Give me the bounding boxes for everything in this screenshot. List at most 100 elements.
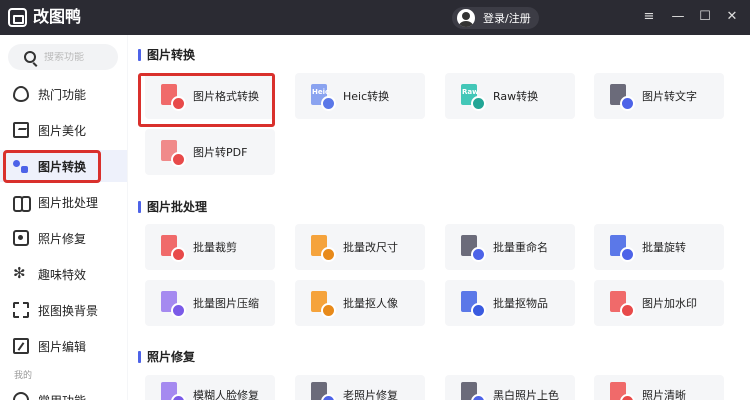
sidebar-item-cutout[interactable]: 抠图换背景: [0, 294, 127, 326]
pdf-icon: [158, 139, 186, 167]
card-heic-convert[interactable]: Heic Heic转换: [295, 73, 425, 119]
sidebar-item-label: 图片美化: [38, 123, 87, 138]
main-content: 图片转换 图片格式转换 Heic Heic转换 Raw Raw转换 图片转文字 …: [128, 35, 750, 400]
batch-icon: [13, 194, 31, 212]
search-input[interactable]: [44, 51, 112, 63]
object-cutout-icon: [458, 290, 486, 318]
card-batch-compress[interactable]: 批量图片压缩: [145, 280, 275, 326]
card-label: Heic转换: [343, 90, 390, 103]
card-label: 黑白照片上色: [493, 389, 559, 400]
section-title: 图片批处理: [138, 198, 207, 215]
raw-tag: Raw: [462, 88, 479, 96]
section-bar: [138, 48, 141, 61]
sidebar-item-label: 热门功能: [38, 87, 87, 102]
card-label: 图片转文字: [642, 90, 697, 103]
repair-icon: [13, 230, 29, 246]
raw-icon: Raw: [458, 83, 486, 111]
card-label: 批量改尺寸: [343, 241, 398, 254]
rotate-icon: [607, 234, 635, 262]
format-convert-highlight-box: [138, 73, 275, 127]
card-batch-crop[interactable]: 批量裁剪: [145, 224, 275, 270]
sidebar-item-label: 照片修复: [38, 231, 87, 246]
rename-icon: [458, 234, 486, 262]
edit-icon: [13, 338, 29, 354]
title-bar: 改图鸭 登录/注册 ≡ — ☐ ✕: [0, 0, 750, 35]
sidebar-item-label: 图片批处理: [38, 195, 99, 210]
sidebar-item-common[interactable]: 常用功能: [0, 384, 127, 400]
card-batch-object-cutout[interactable]: 批量抠物品: [445, 280, 575, 326]
card-batch-rotate[interactable]: 批量旋转: [594, 224, 724, 270]
card-label: 批量图片压缩: [193, 297, 259, 310]
image-to-text-icon: [607, 83, 635, 111]
card-colorize[interactable]: 黑白照片上色: [445, 375, 575, 400]
image-icon: [13, 122, 29, 138]
card-label: 老照片修复: [343, 389, 398, 400]
card-label: 批量重命名: [493, 241, 548, 254]
sharpen-icon: [607, 381, 635, 400]
sidebar-item-label: 图片编辑: [38, 339, 87, 354]
card-label: 模糊人脸修复: [193, 389, 259, 400]
card-label: 图片加水印: [642, 297, 697, 310]
cutout-icon: [13, 302, 29, 318]
search-box[interactable]: [8, 44, 118, 70]
card-label: Raw转换: [493, 90, 539, 103]
sidebar-item-edit[interactable]: 图片编辑: [0, 330, 127, 362]
card-batch-portrait-cutout[interactable]: 批量抠人像: [295, 280, 425, 326]
maximize-icon[interactable]: ☐: [697, 9, 713, 25]
colorize-icon: [458, 381, 486, 400]
card-label: 图片转PDF: [193, 146, 248, 159]
sidebar-item-label: 常用功能: [38, 392, 86, 400]
card-photo-sharpen[interactable]: 照片清晰: [594, 375, 724, 400]
active-highlight-box: [3, 150, 101, 183]
common-icon: [13, 392, 29, 400]
section-title-text: 照片修复: [147, 350, 196, 364]
card-label: 批量抠物品: [493, 297, 548, 310]
sidebar-item-label: 抠图换背景: [38, 303, 99, 318]
group-label-mine: 我的: [14, 371, 33, 381]
section-title-text: 图片转换: [147, 48, 196, 62]
sidebar-item-effects[interactable]: 趣味特效: [0, 258, 127, 290]
sidebar-item-batch[interactable]: 图片批处理: [0, 186, 127, 218]
avatar-icon: [457, 9, 475, 27]
crop-icon: [158, 234, 186, 262]
card-label: 批量裁剪: [193, 241, 237, 254]
sparkle-icon: [13, 264, 29, 282]
minimize-icon[interactable]: —: [670, 9, 686, 25]
app-title: 改图鸭: [33, 7, 82, 26]
card-face-repair[interactable]: 模糊人脸修复: [145, 375, 275, 400]
sidebar-item-label: 趣味特效: [38, 267, 87, 282]
login-label: 登录/注册: [483, 12, 531, 25]
search-icon: [24, 51, 36, 63]
watermark-icon: [607, 290, 635, 318]
sidebar-item-hot[interactable]: 热门功能: [0, 78, 127, 110]
card-add-watermark[interactable]: 图片加水印: [594, 280, 724, 326]
card-label: 照片清晰: [642, 389, 686, 400]
section-title: 照片修复: [138, 348, 195, 365]
section-title-text: 图片批处理: [147, 200, 208, 214]
card-batch-rename[interactable]: 批量重命名: [445, 224, 575, 270]
sidebar-item-beautify[interactable]: 图片美化: [0, 114, 127, 146]
menu-icon[interactable]: ≡: [641, 9, 657, 25]
face-repair-icon: [158, 381, 186, 400]
section-title: 图片转换: [138, 46, 195, 63]
old-photo-icon: [308, 381, 336, 400]
card-image-to-text[interactable]: 图片转文字: [594, 73, 724, 119]
card-image-to-pdf[interactable]: 图片转PDF: [145, 129, 275, 175]
portrait-cutout-icon: [308, 290, 336, 318]
section-bar: [138, 200, 141, 213]
login-button[interactable]: 登录/注册: [452, 7, 539, 29]
resize-icon: [308, 234, 336, 262]
card-label: 批量旋转: [642, 241, 686, 254]
heic-icon: Heic: [308, 83, 336, 111]
card-batch-resize[interactable]: 批量改尺寸: [295, 224, 425, 270]
section-bar: [138, 350, 141, 363]
card-label: 批量抠人像: [343, 297, 398, 310]
sidebar-item-repair[interactable]: 照片修复: [0, 222, 127, 254]
close-icon[interactable]: ✕: [724, 9, 740, 25]
card-raw-convert[interactable]: Raw Raw转换: [445, 73, 575, 119]
compress-icon: [158, 290, 186, 318]
card-old-photo-repair[interactable]: 老照片修复: [295, 375, 425, 400]
fire-icon: [13, 86, 29, 102]
heic-tag: Heic: [312, 88, 330, 96]
sidebar: 热门功能 图片美化 图片转换 图片批处理 照片修复 趣味特效 抠图换背景 图片编…: [0, 35, 127, 400]
